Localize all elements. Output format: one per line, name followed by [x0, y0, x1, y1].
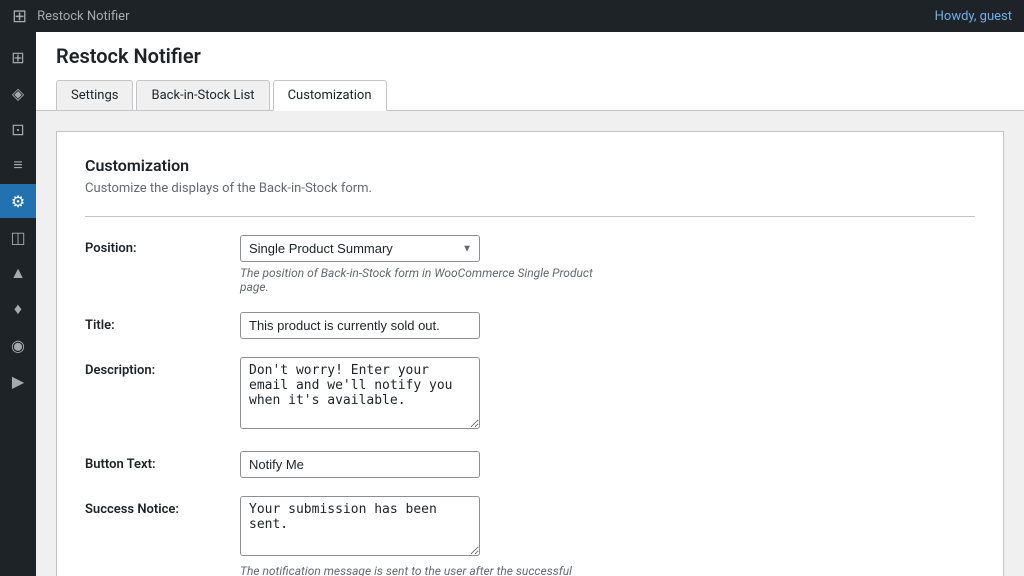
- sidebar-item-marketing[interactable]: ♦: [0, 292, 36, 326]
- form-row-description: Description: Don't worry! Enter your ema…: [85, 357, 975, 433]
- sidebar-item-tools[interactable]: ▶: [0, 364, 36, 398]
- position-select-wrapper[interactable]: Single Product Summary Before Add to Car…: [240, 235, 480, 262]
- button-text-field: [240, 451, 975, 478]
- admin-bar-right: Howdy, guest: [935, 9, 1012, 24]
- wp-logo-icon: ⊞: [12, 6, 27, 27]
- form-row-button-text: Button Text:: [85, 451, 975, 478]
- admin-bar-username[interactable]: guest: [980, 9, 1012, 24]
- sidebar-item-posts[interactable]: ◈: [0, 76, 36, 110]
- success-notice-label: Success Notice:: [85, 496, 240, 517]
- position-label: Position:: [85, 235, 240, 256]
- admin-bar: ⊞ Restock Notifier Howdy, guest: [0, 0, 1024, 32]
- form-row-success-notice: Success Notice: Your submission has been…: [85, 496, 975, 576]
- success-notice-desc: The notification message is sent to the …: [240, 564, 620, 576]
- description-field: Don't worry! Enter your email and we'll …: [240, 357, 975, 433]
- tab-settings[interactable]: Settings: [56, 80, 133, 110]
- position-field: Single Product Summary Before Add to Car…: [240, 235, 975, 294]
- sidebar-item-media[interactable]: ⊡: [0, 112, 36, 146]
- sidebar-item-analytics[interactable]: ▲: [0, 256, 36, 290]
- sidebar-item-pages[interactable]: ≡: [0, 148, 36, 182]
- admin-bar-site-name: Restock Notifier: [37, 9, 129, 24]
- divider: [85, 216, 975, 217]
- main-wrapper: Restock Notifier Settings Back-in-Stock …: [36, 32, 1024, 576]
- button-text-label: Button Text:: [85, 451, 240, 472]
- title-input[interactable]: [240, 312, 480, 339]
- page-header: Restock Notifier Settings Back-in-Stock …: [36, 32, 1024, 111]
- tabs: Settings Back-in-Stock List Customizatio…: [56, 80, 1004, 110]
- sidebar-item-settings[interactable]: ⚙: [0, 184, 36, 218]
- position-select[interactable]: Single Product Summary Before Add to Car…: [240, 235, 480, 262]
- success-notice-textarea[interactable]: Your submission has been sent.: [240, 496, 480, 556]
- section-desc: Customize the displays of the Back-in-St…: [85, 181, 975, 196]
- form-row-position: Position: Single Product Summary Before …: [85, 235, 975, 294]
- tab-back-in-stock-list[interactable]: Back-in-Stock List: [136, 80, 269, 110]
- description-label: Description:: [85, 357, 240, 378]
- admin-bar-left: ⊞ Restock Notifier: [12, 6, 129, 27]
- admin-bar-greeting: Howdy,: [935, 9, 980, 24]
- content-area: Customization Customize the displays of …: [36, 111, 1024, 576]
- sidebar-item-dashboard[interactable]: ⊞: [0, 40, 36, 74]
- description-textarea[interactable]: Don't worry! Enter your email and we'll …: [240, 357, 480, 429]
- content-box: Customization Customize the displays of …: [56, 131, 1004, 576]
- tab-customization[interactable]: Customization: [273, 80, 387, 111]
- button-text-input[interactable]: [240, 451, 480, 478]
- section-title: Customization: [85, 156, 975, 175]
- position-desc: The position of Back-in-Stock form in Wo…: [240, 266, 620, 294]
- title-label: Title:: [85, 312, 240, 333]
- sidebar-item-plugins[interactable]: ◫: [0, 220, 36, 254]
- form-row-title: Title:: [85, 312, 975, 339]
- success-notice-field: Your submission has been sent. The notif…: [240, 496, 975, 576]
- page-title: Restock Notifier: [56, 44, 1004, 68]
- sidebar-item-users[interactable]: ◉: [0, 328, 36, 362]
- sidebar: ⊞ ◈ ⊡ ≡ ⚙ ◫ ▲ ♦ ◉ ▶: [0, 32, 36, 576]
- title-field: [240, 312, 975, 339]
